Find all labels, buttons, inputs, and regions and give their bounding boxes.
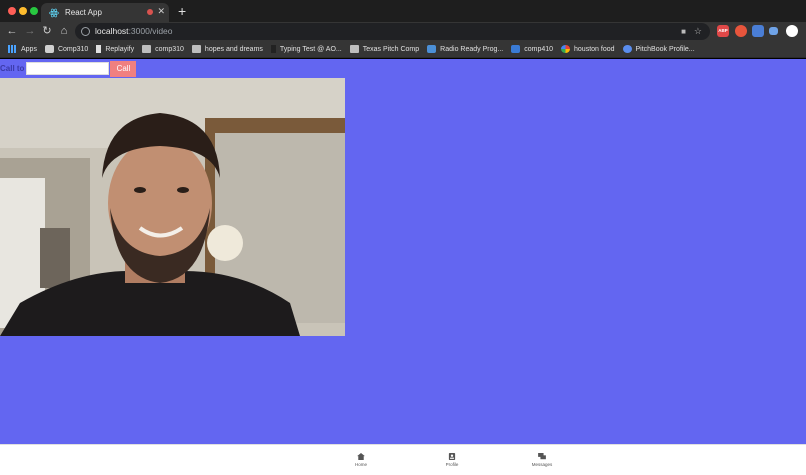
browser-tab[interactable]: React App ✕ bbox=[41, 3, 169, 22]
react-icon bbox=[49, 8, 59, 18]
bookmark-item[interactable]: Radio Ready Prog... bbox=[427, 45, 503, 53]
site-icon bbox=[511, 45, 521, 53]
nav-messages-label: Messages bbox=[531, 462, 553, 467]
call-label: Call to bbox=[0, 64, 25, 73]
mail-extension-icon[interactable] bbox=[769, 27, 778, 35]
back-arrow-icon[interactable]: ← bbox=[5, 24, 19, 38]
site-icon bbox=[622, 45, 632, 53]
new-tab-button[interactable]: + bbox=[178, 2, 186, 20]
adblock-extension-icon[interactable]: ABP bbox=[717, 25, 729, 37]
bookmark-item[interactable]: houston food bbox=[561, 45, 615, 53]
nav-messages[interactable]: Messages bbox=[522, 453, 562, 467]
bookmark-item[interactable]: comp410 bbox=[511, 45, 553, 53]
minimize-window-button[interactable] bbox=[19, 7, 27, 15]
apps-grid-icon bbox=[8, 45, 17, 53]
page-content: Call to Call bbox=[0, 59, 806, 444]
extension-icon[interactable] bbox=[735, 25, 747, 37]
url-host: localhost bbox=[95, 26, 129, 36]
bookmark-item[interactable]: Replayify bbox=[96, 45, 134, 53]
bookmark-item[interactable]: comp310 bbox=[142, 45, 184, 53]
extension-icon[interactable] bbox=[752, 25, 764, 37]
nav-home[interactable]: Home bbox=[341, 453, 381, 467]
call-button[interactable]: Call bbox=[110, 60, 137, 77]
url-path: :3000/video bbox=[128, 26, 173, 36]
call-form: Call to Call bbox=[0, 60, 137, 77]
nav-profile[interactable]: Profile bbox=[432, 453, 472, 467]
profile-icon bbox=[448, 453, 456, 460]
folder-icon bbox=[191, 45, 201, 53]
webcam-image bbox=[0, 78, 345, 336]
zoom-window-button[interactable] bbox=[30, 7, 38, 15]
forward-arrow-icon[interactable]: → bbox=[23, 24, 37, 38]
site-icon bbox=[270, 45, 276, 53]
call-id-input[interactable] bbox=[26, 62, 110, 75]
messages-icon bbox=[538, 453, 546, 460]
nav-profile-label: Profile bbox=[445, 462, 459, 467]
bookmarks-bar: Apps Comp310 Replayify comp310 hopes and… bbox=[0, 41, 806, 58]
folder-icon bbox=[142, 45, 152, 53]
bookmark-item[interactable]: hopes and dreams bbox=[191, 45, 263, 53]
site-icon bbox=[44, 45, 54, 53]
site-icon bbox=[427, 45, 437, 53]
site-info-icon[interactable] bbox=[81, 27, 90, 36]
home-icon[interactable]: ⌂ bbox=[57, 24, 71, 38]
bookmark-item[interactable]: PitchBook Profile... bbox=[622, 45, 695, 53]
folder-icon bbox=[349, 45, 359, 53]
bookmark-item[interactable]: Comp310 bbox=[44, 45, 88, 53]
bookmark-item[interactable]: Texas Pitch Comp bbox=[349, 45, 419, 53]
bottom-navigation: Home Profile Messages bbox=[0, 444, 806, 475]
close-window-button[interactable] bbox=[8, 7, 16, 15]
browser-titlebar: React App ✕ + bbox=[0, 0, 806, 22]
bookmark-item[interactable]: Typing Test @ AO... bbox=[270, 45, 342, 53]
tab-close-button[interactable]: ✕ bbox=[157, 6, 165, 17]
local-video-feed bbox=[0, 78, 345, 336]
tab-title: React App bbox=[65, 8, 102, 17]
recording-indicator-icon bbox=[147, 9, 153, 15]
browser-toolbar: ← → ↻ ⌂ localhost:3000/video ■ ☆ ABP bbox=[0, 22, 806, 41]
bookmark-star-icon[interactable]: ☆ bbox=[694, 23, 702, 40]
camera-icon[interactable]: ■ bbox=[681, 23, 686, 40]
nav-home-label: Home bbox=[354, 462, 367, 467]
google-maps-icon bbox=[561, 45, 571, 53]
home-icon bbox=[357, 453, 365, 460]
site-icon bbox=[96, 45, 102, 53]
reload-icon[interactable]: ↻ bbox=[40, 24, 54, 38]
address-bar[interactable]: localhost:3000/video ■ ☆ bbox=[75, 23, 710, 40]
bookmark-item[interactable]: Apps bbox=[8, 45, 37, 53]
profile-avatar[interactable] bbox=[786, 25, 798, 37]
